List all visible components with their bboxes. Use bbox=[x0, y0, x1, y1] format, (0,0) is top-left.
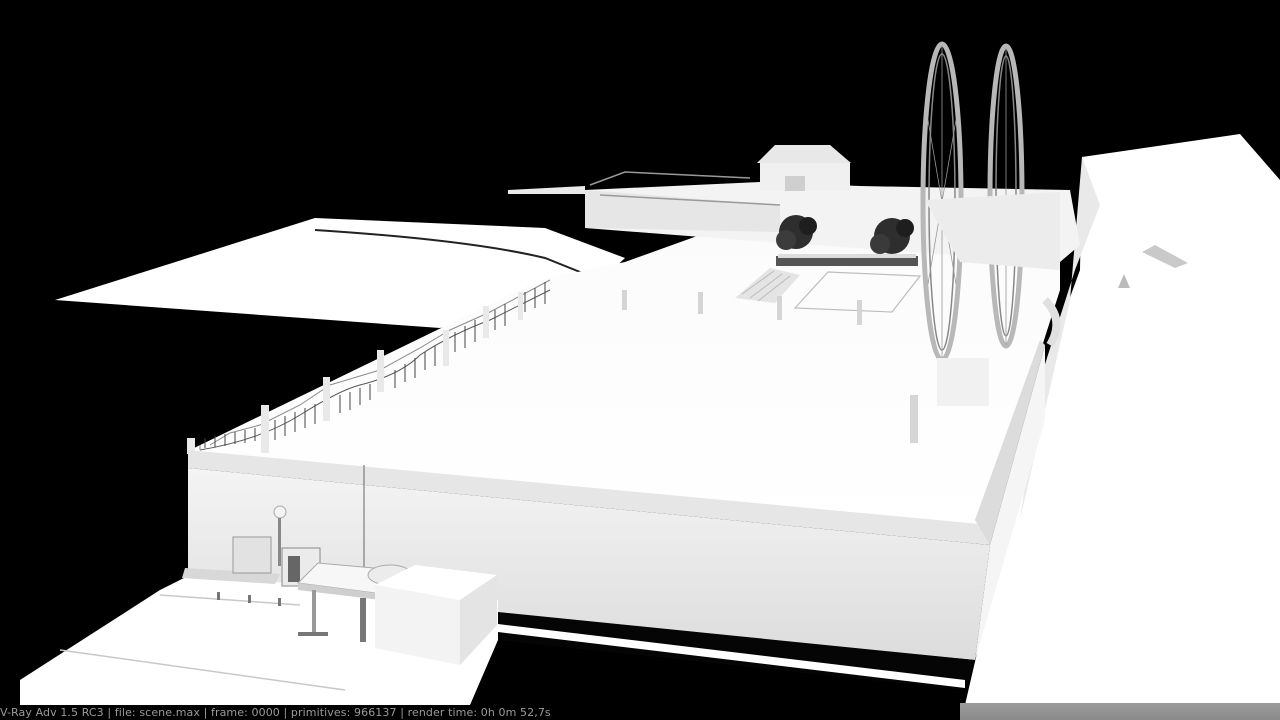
canopy-pillar-right bbox=[360, 598, 366, 642]
render-frame-window: V-Ray Adv 1.5 RC3 | file: scene.max | fr… bbox=[0, 0, 1280, 720]
status-bar-right-panel bbox=[960, 703, 1280, 720]
pavilion-door bbox=[785, 176, 805, 191]
street-lamp-pole bbox=[278, 518, 281, 566]
street-lamp-head bbox=[273, 505, 287, 519]
render-status-text: V-Ray Adv 1.5 RC3 | file: scene.max | fr… bbox=[0, 706, 551, 719]
canopy-pillar-left bbox=[312, 590, 316, 632]
electrical-box bbox=[232, 536, 272, 574]
planter-top bbox=[778, 254, 916, 258]
phone-booth-window bbox=[288, 556, 300, 582]
clay-render-viewport bbox=[0, 0, 1280, 720]
ferris-wheel-booth bbox=[937, 358, 989, 406]
render-status-bar: V-Ray Adv 1.5 RC3 | file: scene.max | fr… bbox=[0, 703, 1280, 720]
